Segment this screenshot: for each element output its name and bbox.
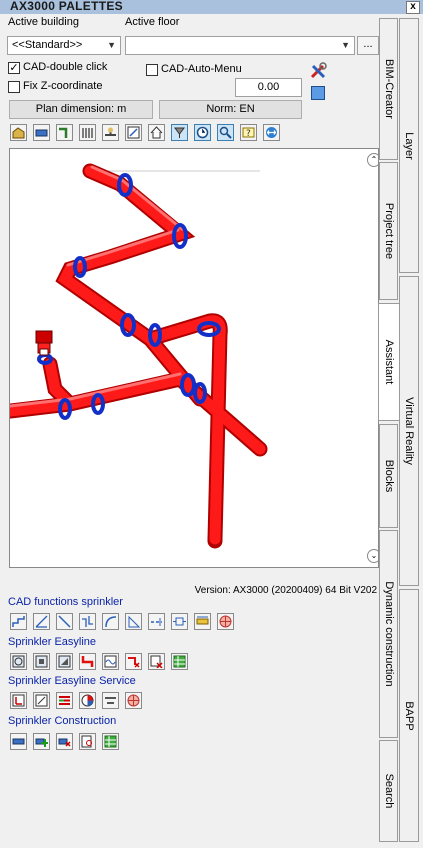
section-title-easyline-service: Sprinkler Easyline Service <box>8 675 136 687</box>
head-icon[interactable] <box>10 692 27 709</box>
tab-bim-creator[interactable]: BIM-Creator <box>379 18 398 160</box>
delete-pipe-icon[interactable] <box>125 653 142 670</box>
cad-auto-menu-checkbox[interactable] <box>146 64 158 76</box>
drawing-icon[interactable] <box>125 124 142 141</box>
fix-z-checkbox[interactable] <box>8 81 20 93</box>
nozzle-icon[interactable] <box>10 653 27 670</box>
radiator-icon[interactable] <box>79 124 96 141</box>
active-building-label: Active building <box>8 16 79 28</box>
tab-layer[interactable]: Layer <box>399 18 419 273</box>
color-square-icon[interactable] <box>311 86 325 100</box>
tab-blocks[interactable]: Blocks <box>379 424 398 528</box>
table-icon[interactable] <box>171 653 188 670</box>
pipe-network-render <box>10 163 268 549</box>
norm-button[interactable]: Norm: EN <box>159 100 302 119</box>
tab-project-tree[interactable]: Project tree <box>379 162 398 300</box>
chevron-down-icon: ▼ <box>107 40 116 50</box>
arc-icon[interactable] <box>102 613 119 630</box>
tools-icon[interactable] <box>309 62 327 80</box>
tab-search[interactable]: Search <box>379 740 398 842</box>
3d-preview-viewport[interactable]: ⌃ ⌄ <box>9 148 379 568</box>
pipe-flow-icon[interactable] <box>102 692 119 709</box>
angle-icon[interactable] <box>125 613 142 630</box>
scroll-down-icon[interactable]: ⌄ <box>367 549 378 563</box>
version-text: Version: AX3000 (20200409) 64 Bit V202 <box>194 585 377 596</box>
diagonal-icon[interactable] <box>33 613 50 630</box>
cad-double-click-label: CAD-double click <box>23 61 108 73</box>
close-button[interactable]: x <box>406 1 420 14</box>
palette-titlebar: AX3000 PALETTES x <box>0 0 423 14</box>
square-nozzle-icon[interactable] <box>33 653 50 670</box>
tab-assistant[interactable]: Assistant <box>378 303 399 421</box>
pipe-fitting-icon[interactable] <box>56 124 73 141</box>
building-icon[interactable] <box>10 124 27 141</box>
measure-icon[interactable] <box>194 613 211 630</box>
tab-dynamic-construction[interactable]: Dynamic construction <box>379 530 398 738</box>
house-icon[interactable] <box>148 124 165 141</box>
add-segment-icon[interactable] <box>33 733 50 750</box>
beam-icon[interactable] <box>33 124 50 141</box>
frame-icon[interactable] <box>33 692 50 709</box>
remove-segment-icon[interactable] <box>56 733 73 750</box>
corner-icon[interactable] <box>56 653 73 670</box>
z-coordinate-input[interactable]: 0.00 <box>235 78 302 97</box>
section-title-easyline: Sprinkler Easyline <box>8 636 97 648</box>
search-doc-icon[interactable] <box>79 733 96 750</box>
delete-list-icon[interactable] <box>148 653 165 670</box>
window-title: AX3000 PALETTES <box>10 0 123 13</box>
building-select-value: <<Standard>> <box>12 39 83 51</box>
building-select[interactable]: <<Standard>> ▼ <box>7 36 121 55</box>
floor-select[interactable]: ▼ <box>125 36 355 55</box>
section-title-construction: Sprinkler Construction <box>8 715 117 727</box>
connect-icon[interactable] <box>171 613 188 630</box>
step-line-icon[interactable] <box>10 613 27 630</box>
wave-icon[interactable] <box>102 653 119 670</box>
grid-table-icon[interactable] <box>102 733 119 750</box>
tab-virtual-reality[interactable]: Virtual Reality <box>399 276 419 586</box>
sprinkler-icon[interactable] <box>171 124 188 141</box>
chevron-down-icon: ▼ <box>341 40 350 50</box>
scroll-up-icon[interactable]: ⌃ <box>367 153 378 167</box>
network-icon[interactable] <box>125 692 142 709</box>
section-title-cad-functions: CAD functions sprinkler <box>8 596 123 608</box>
offset-icon[interactable] <box>79 613 96 630</box>
help-icon[interactable]: ? <box>240 124 257 141</box>
red-pipe-icon[interactable] <box>79 653 96 670</box>
dash-line-icon[interactable] <box>148 613 165 630</box>
arrows-icon[interactable] <box>263 124 280 141</box>
cad-double-click-checkbox[interactable]: ✓ <box>8 62 20 74</box>
globe-icon[interactable] <box>217 613 234 630</box>
cad-auto-menu-label: CAD-Auto-Menu <box>161 63 242 75</box>
line-icon[interactable] <box>56 613 73 630</box>
clock-icon[interactable] <box>194 124 211 141</box>
tab-bapp[interactable]: BAPP <box>399 589 419 842</box>
segment-icon[interactable] <box>10 733 27 750</box>
chart-icon[interactable] <box>79 692 96 709</box>
fix-z-label: Fix Z-coordinate <box>23 80 103 92</box>
plan-dimension-button[interactable]: Plan dimension: m <box>9 100 153 119</box>
active-floor-label: Active floor <box>125 16 180 28</box>
valve-icon[interactable] <box>102 124 119 141</box>
legend-icon[interactable] <box>56 692 73 709</box>
zoom-icon[interactable] <box>217 124 234 141</box>
svg-text:?: ? <box>246 129 251 139</box>
floor-more-button[interactable]: ... <box>357 36 379 55</box>
